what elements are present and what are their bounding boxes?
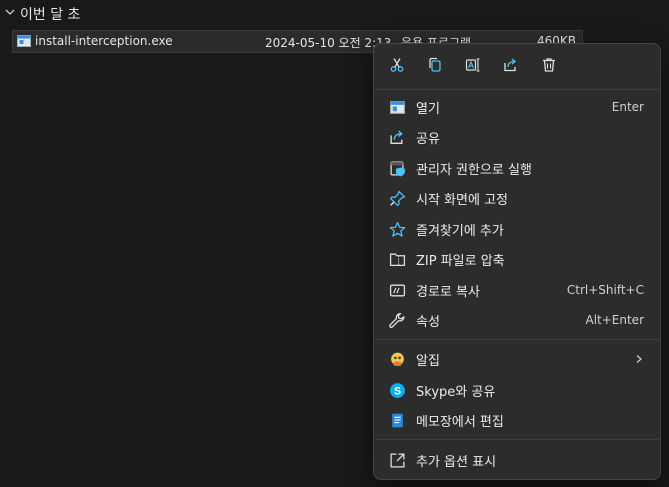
menu-item-pin-start[interactable]: 시작 화면에 고정 xyxy=(378,183,656,213)
notepad-icon xyxy=(388,411,406,429)
path-icon xyxy=(388,281,406,299)
menu-item-label: 경로로 복사 xyxy=(416,284,480,300)
copy-button[interactable] xyxy=(420,52,450,82)
context-menu: 열기 Enter 공유 관리자 권한으로 실행 시작 화면에 고정 즐겨찾기에 … xyxy=(373,43,661,480)
menu-item-label: 시작 화면에 고정 xyxy=(416,192,508,208)
chevron-right-icon xyxy=(636,355,642,363)
menu-item-label: 공유 xyxy=(416,131,440,147)
menu-item-copy-path[interactable]: 경로로 복사 Ctrl+Shift+C xyxy=(378,275,656,305)
exe-file-icon xyxy=(17,35,31,47)
menu-item-label: Skype와 공유 xyxy=(416,384,496,400)
menu-item-shortcut: Enter xyxy=(611,100,644,114)
wrench-icon xyxy=(388,311,406,329)
menu-item-alzip[interactable]: 알집 xyxy=(378,344,656,374)
group-header[interactable]: 이번 달 초 xyxy=(4,4,80,24)
menu-item-share[interactable]: 공유 xyxy=(378,122,656,152)
menu-item-label: 메모장에서 편집 xyxy=(416,414,504,430)
copy-icon xyxy=(427,57,443,77)
share-icon xyxy=(503,57,519,77)
menu-item-zip[interactable]: ZIP 파일로 압축 xyxy=(378,244,656,274)
file-name: install-interception.exe xyxy=(35,34,173,48)
menu-item-skype[interactable]: S Skype와 공유 xyxy=(378,375,656,405)
delete-icon xyxy=(541,57,557,77)
menu-item-label: ZIP 파일로 압축 xyxy=(416,253,505,269)
delete-button[interactable] xyxy=(534,52,564,82)
menu-item-label: 알집 xyxy=(416,353,440,369)
rename-icon xyxy=(465,57,481,77)
menu-item-label: 열기 xyxy=(416,101,440,117)
alzip-icon xyxy=(388,350,406,368)
skype-icon: S xyxy=(388,381,406,399)
menu-item-shortcut: Alt+Enter xyxy=(585,313,644,327)
rename-button[interactable] xyxy=(458,52,488,82)
chevron-down-icon xyxy=(4,6,16,22)
pin-icon xyxy=(388,189,406,207)
shield-icon xyxy=(388,159,406,177)
cut-icon xyxy=(389,57,405,77)
menu-item-open[interactable]: 열기 Enter xyxy=(378,92,656,122)
zip-folder-icon xyxy=(388,250,406,268)
menu-divider xyxy=(375,89,659,90)
star-icon xyxy=(388,220,406,238)
menu-item-label: 속성 xyxy=(416,314,440,330)
menu-divider xyxy=(375,339,659,340)
menu-item-label: 관리자 권한으로 실행 xyxy=(416,162,532,178)
svg-text:S: S xyxy=(393,385,400,397)
share-button[interactable] xyxy=(496,52,526,82)
menu-item-label: 추가 옵션 표시 xyxy=(416,454,497,470)
menu-divider xyxy=(375,439,659,440)
share-icon xyxy=(388,128,406,146)
menu-item-add-favorites[interactable]: 즐겨찾기에 추가 xyxy=(378,214,656,244)
expand-icon xyxy=(388,451,406,469)
menu-item-properties[interactable]: 속성 Alt+Enter xyxy=(378,305,656,335)
cut-button[interactable] xyxy=(382,52,412,82)
open-window-icon xyxy=(388,98,406,116)
group-title: 이번 달 초 xyxy=(20,7,81,23)
menu-item-label: 즐겨찾기에 추가 xyxy=(416,223,504,239)
menu-item-shortcut: Ctrl+Shift+C xyxy=(566,283,644,297)
quick-action-bar xyxy=(382,52,564,82)
menu-item-run-as-admin[interactable]: 관리자 권한으로 실행 xyxy=(378,153,656,183)
menu-item-notepad[interactable]: 메모장에서 편집 xyxy=(378,405,656,435)
menu-item-more-options[interactable]: 추가 옵션 표시 xyxy=(378,445,656,475)
